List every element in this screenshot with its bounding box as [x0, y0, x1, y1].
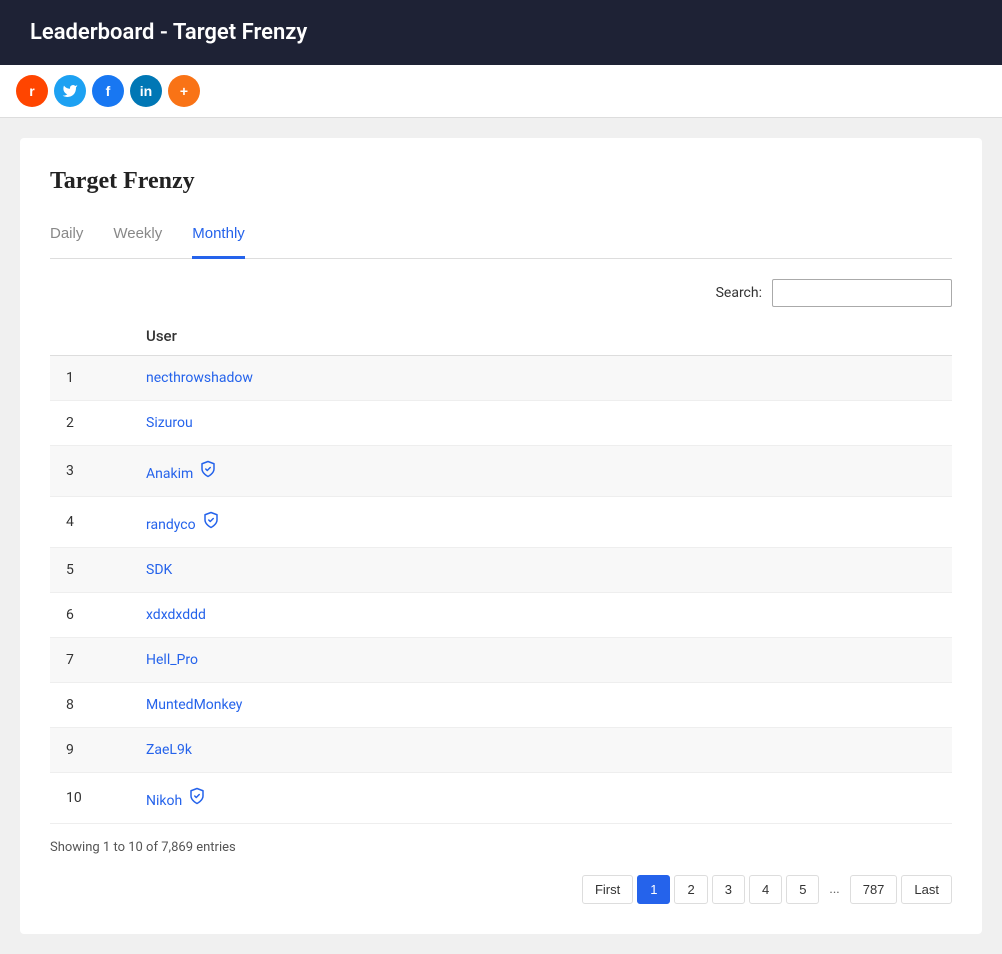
tab-weekly[interactable]: Weekly: [113, 215, 162, 259]
table-row: 6 xdxdxddd: [50, 593, 952, 638]
col-rank: [50, 317, 130, 356]
user-cell: ZaeL9k: [130, 728, 952, 773]
user-link[interactable]: Sizurou: [146, 415, 193, 431]
pagination: First 1 2 3 4 5 ... 787 Last: [50, 875, 952, 904]
twitter-button[interactable]: [54, 75, 86, 107]
rank-cell: 10: [50, 773, 130, 824]
rank-cell: 5: [50, 548, 130, 593]
user-cell: SDK: [130, 548, 952, 593]
rank-cell: 9: [50, 728, 130, 773]
more-button[interactable]: +: [168, 75, 200, 107]
table-row: 3 Anakim: [50, 446, 952, 497]
pagination-page-2[interactable]: 2: [674, 875, 707, 904]
rank-cell: 2: [50, 401, 130, 446]
pagination-page-787[interactable]: 787: [850, 875, 898, 904]
pagination-page-4[interactable]: 4: [749, 875, 782, 904]
tab-monthly[interactable]: Monthly: [192, 215, 245, 259]
social-bar: r f in +: [0, 65, 1002, 118]
user-link[interactable]: Hell_Pro: [146, 652, 198, 668]
pagination-page-1[interactable]: 1: [637, 875, 670, 904]
page-title: Target Frenzy: [50, 168, 952, 195]
tabs-container: Daily Weekly Monthly: [50, 215, 952, 259]
user-link[interactable]: ZaeL9k: [146, 742, 192, 758]
user-link[interactable]: Anakim: [146, 466, 193, 482]
rank-cell: 8: [50, 683, 130, 728]
verified-icon: [199, 460, 217, 478]
pagination-page-3[interactable]: 3: [712, 875, 745, 904]
user-link[interactable]: necthrowshadow: [146, 370, 253, 386]
showing-text: Showing 1 to 10 of 7,869 entries: [50, 840, 952, 855]
user-cell: Sizurou: [130, 401, 952, 446]
facebook-button[interactable]: f: [92, 75, 124, 107]
verified-icon: [188, 787, 206, 805]
table-row: 1 necthrowshadow: [50, 356, 952, 401]
table-row: 10 Nikoh: [50, 773, 952, 824]
leaderboard-table: User 1 necthrowshadow 2 Sizurou 3 Anakim 4 rand…: [50, 317, 952, 824]
rank-cell: 6: [50, 593, 130, 638]
rank-cell: 7: [50, 638, 130, 683]
search-row: Search:: [50, 279, 952, 307]
user-link[interactable]: SDK: [146, 562, 172, 578]
table-row: 9 ZaeL9k: [50, 728, 952, 773]
table-row: 4 randyco: [50, 497, 952, 548]
user-cell: randyco: [130, 497, 952, 548]
user-cell: MuntedMonkey: [130, 683, 952, 728]
user-link[interactable]: randyco: [146, 517, 196, 533]
page-header: Leaderboard - Target Frenzy: [0, 0, 1002, 65]
table-row: 2 Sizurou: [50, 401, 952, 446]
reddit-button[interactable]: r: [16, 75, 48, 107]
user-link[interactable]: xdxdxddd: [146, 607, 206, 623]
user-cell: necthrowshadow: [130, 356, 952, 401]
user-cell: Anakim: [130, 446, 952, 497]
user-cell: xdxdxddd: [130, 593, 952, 638]
pagination-page-5[interactable]: 5: [786, 875, 819, 904]
pagination-first[interactable]: First: [582, 875, 633, 904]
user-cell: Hell_Pro: [130, 638, 952, 683]
rank-cell: 3: [50, 446, 130, 497]
pagination-ellipsis: ...: [823, 876, 845, 903]
rank-cell: 1: [50, 356, 130, 401]
table-row: 5 SDK: [50, 548, 952, 593]
table-row: 7 Hell_Pro: [50, 638, 952, 683]
search-input[interactable]: [772, 279, 952, 307]
header-title: Leaderboard - Target Frenzy: [30, 20, 307, 45]
user-cell: Nikoh: [130, 773, 952, 824]
user-link[interactable]: Nikoh: [146, 793, 182, 809]
linkedin-button[interactable]: in: [130, 75, 162, 107]
main-content: Target Frenzy Daily Weekly Monthly Searc…: [20, 138, 982, 934]
verified-icon: [202, 511, 220, 529]
table-row: 8 MuntedMonkey: [50, 683, 952, 728]
col-user: User: [130, 317, 952, 356]
user-link[interactable]: MuntedMonkey: [146, 697, 242, 713]
pagination-last[interactable]: Last: [901, 875, 952, 904]
search-label: Search:: [716, 285, 762, 301]
rank-cell: 4: [50, 497, 130, 548]
tab-daily[interactable]: Daily: [50, 215, 83, 259]
